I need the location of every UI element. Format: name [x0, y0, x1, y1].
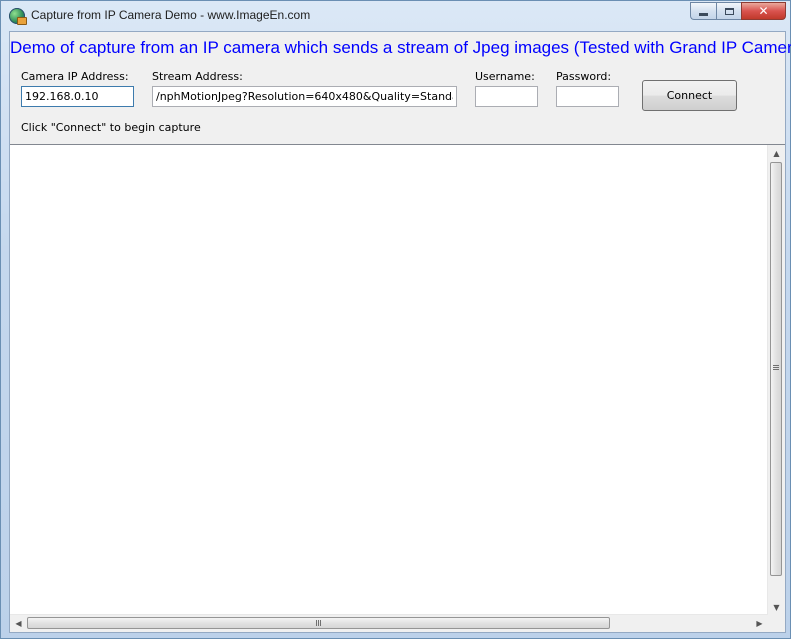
- camera-ip-label: Camera IP Address:: [21, 70, 129, 83]
- demo-headline: Demo of capture from an IP camera which …: [10, 38, 791, 57]
- app-window: Capture from IP Camera Demo - www.ImageE…: [0, 0, 791, 639]
- horizontal-scrollbar[interactable]: ◀ ▶: [10, 614, 768, 632]
- scroll-left-icon[interactable]: ◀: [10, 615, 27, 632]
- client-area: Demo of capture from an IP camera which …: [9, 31, 791, 633]
- scroll-right-icon[interactable]: ▶: [751, 615, 768, 632]
- connect-button[interactable]: Connect: [642, 80, 737, 111]
- maximize-icon: [724, 7, 734, 15]
- image-viewer[interactable]: ▲ ▼ ◀ ▶: [10, 144, 785, 632]
- scrollbar-corner: [768, 615, 785, 632]
- close-button[interactable]: ✕: [741, 2, 786, 20]
- minimize-icon: [699, 12, 708, 16]
- username-label: Username:: [475, 70, 535, 83]
- stream-address-label: Stream Address:: [152, 70, 243, 83]
- password-input[interactable]: [556, 86, 619, 107]
- password-label: Password:: [556, 70, 612, 83]
- window-title: Capture from IP Camera Demo - www.ImageE…: [31, 8, 311, 22]
- thumb-grip: [316, 620, 322, 626]
- caption-buttons: ✕: [690, 2, 786, 21]
- scroll-up-icon[interactable]: ▲: [768, 145, 785, 162]
- horizontal-scroll-thumb[interactable]: [27, 617, 610, 629]
- close-icon: ✕: [758, 4, 769, 18]
- vertical-scrollbar[interactable]: ▲ ▼: [767, 145, 785, 616]
- username-input[interactable]: [475, 86, 538, 107]
- stream-address-input[interactable]: [152, 86, 457, 107]
- maximize-button[interactable]: [716, 2, 741, 20]
- title-bar[interactable]: Capture from IP Camera Demo - www.ImageE…: [1, 1, 790, 31]
- vertical-scroll-thumb[interactable]: [770, 162, 782, 576]
- thumb-grip: [773, 365, 779, 371]
- scroll-down-icon[interactable]: ▼: [768, 599, 785, 616]
- app-globe-icon[interactable]: [9, 8, 27, 25]
- status-text: Click "Connect" to begin capture: [21, 121, 201, 134]
- minimize-button[interactable]: [690, 2, 716, 20]
- camera-ip-input[interactable]: [21, 86, 134, 107]
